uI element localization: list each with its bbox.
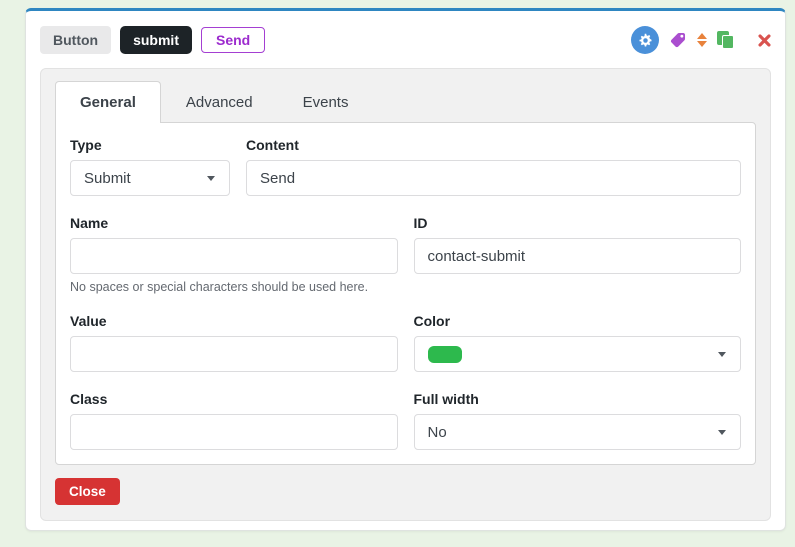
duplicate-icon	[717, 31, 734, 49]
id-label: ID	[413, 215, 428, 231]
button-settings-card: Button submit Send General Advanced Even…	[25, 8, 786, 531]
class-label: Class	[70, 391, 108, 407]
element-type-button[interactable]: Button	[40, 26, 112, 54]
id-input[interactable]	[413, 238, 741, 274]
tab-bar: General Advanced Events	[55, 81, 756, 123]
class-input[interactable]	[70, 414, 398, 450]
close-button[interactable]: Close	[55, 478, 120, 505]
tag-button[interactable]	[669, 31, 687, 49]
tag-icon	[670, 32, 686, 48]
content-label: Content	[246, 137, 299, 153]
duplicate-button[interactable]	[717, 31, 734, 49]
chevron-down-icon	[207, 175, 215, 181]
tab-advanced[interactable]: Advanced	[161, 81, 278, 123]
element-preview-button[interactable]: Send	[200, 27, 266, 53]
type-select[interactable]: Submit	[70, 160, 230, 196]
tab-general[interactable]: General	[55, 81, 161, 123]
color-select[interactable]	[413, 336, 741, 372]
value-label: Value	[70, 313, 107, 329]
settings-panel: General Advanced Events Type Submit Cont…	[40, 68, 771, 521]
general-tab-panel: Type Submit Content Name No spaces or sp…	[55, 122, 756, 465]
tab-events[interactable]: Events	[278, 81, 374, 123]
type-select-value: Submit	[84, 169, 131, 187]
element-toolbar: Button submit Send	[40, 25, 771, 55]
settings-button[interactable]	[631, 26, 659, 54]
gear-icon	[631, 26, 659, 54]
full-width-select[interactable]: No	[413, 414, 741, 450]
element-name-badge: submit	[120, 26, 192, 54]
name-helper-text: No spaces or special characters should b…	[70, 280, 369, 294]
name-input[interactable]	[70, 238, 398, 274]
sort-button[interactable]	[697, 33, 707, 47]
delete-button[interactable]	[758, 33, 771, 47]
delete-x-icon	[758, 33, 771, 47]
value-input[interactable]	[70, 336, 398, 372]
full-width-select-value: No	[427, 423, 447, 441]
color-swatch	[427, 345, 462, 363]
toolbar-icons	[621, 26, 771, 54]
chevron-down-icon	[718, 429, 726, 435]
content-input[interactable]	[246, 160, 741, 196]
color-label: Color	[413, 313, 451, 329]
full-width-label: Full width	[413, 391, 479, 407]
chevron-down-icon	[718, 351, 726, 357]
name-label: Name	[70, 215, 109, 231]
type-label: Type	[70, 137, 102, 153]
sort-arrows-icon	[697, 33, 707, 47]
